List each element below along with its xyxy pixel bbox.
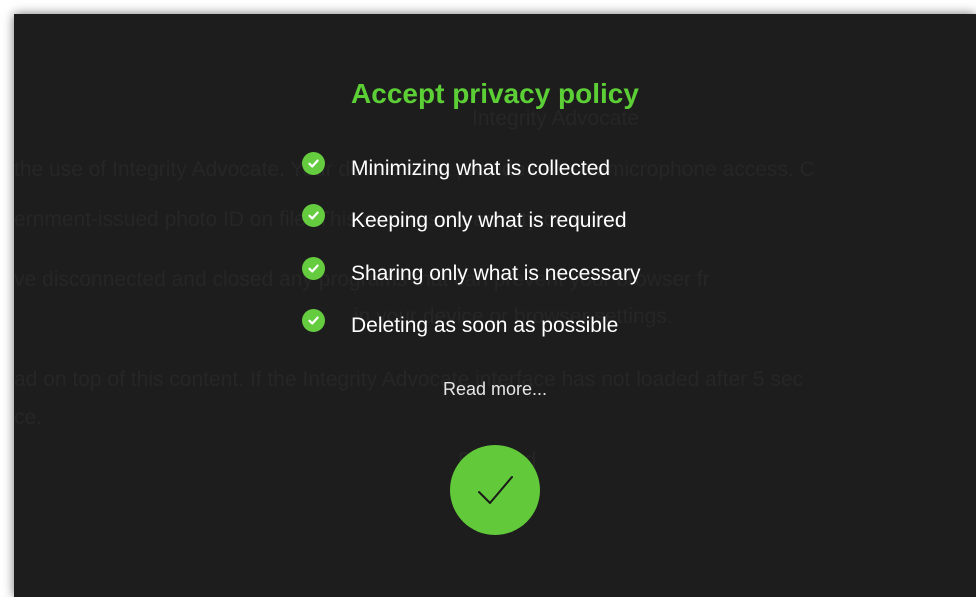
check-circle-icon	[302, 309, 325, 332]
accept-privacy-button[interactable]	[450, 445, 540, 535]
checkmark-icon	[478, 476, 513, 504]
read-more-link[interactable]: Read more...	[14, 380, 976, 398]
policy-item-label: Sharing only what is necessary	[351, 261, 641, 285]
check-circle-icon	[302, 204, 325, 227]
policy-item-deleting: Deleting as soon as possible	[302, 309, 619, 340]
screenshot-frame: Integrity Advocate the use of Integrity …	[0, 0, 976, 597]
policy-item-label: Keeping only what is required	[351, 208, 627, 232]
policy-item-minimizing: Minimizing what is collected	[302, 152, 611, 183]
policy-item-label: Minimizing what is collected	[351, 156, 611, 180]
policy-item-sharing: Sharing only what is necessary	[302, 257, 641, 288]
policy-item-keeping: Keeping only what is required	[302, 204, 627, 235]
check-circle-icon	[302, 152, 325, 175]
check-circle-icon	[302, 257, 325, 280]
dialog-title: Accept privacy policy	[351, 78, 639, 109]
policy-item-label: Deleting as soon as possible	[351, 313, 619, 337]
privacy-modal-panel: Integrity Advocate the use of Integrity …	[14, 14, 976, 597]
privacy-policy-dialog: Accept privacy policy Minimizing what is…	[14, 14, 976, 597]
